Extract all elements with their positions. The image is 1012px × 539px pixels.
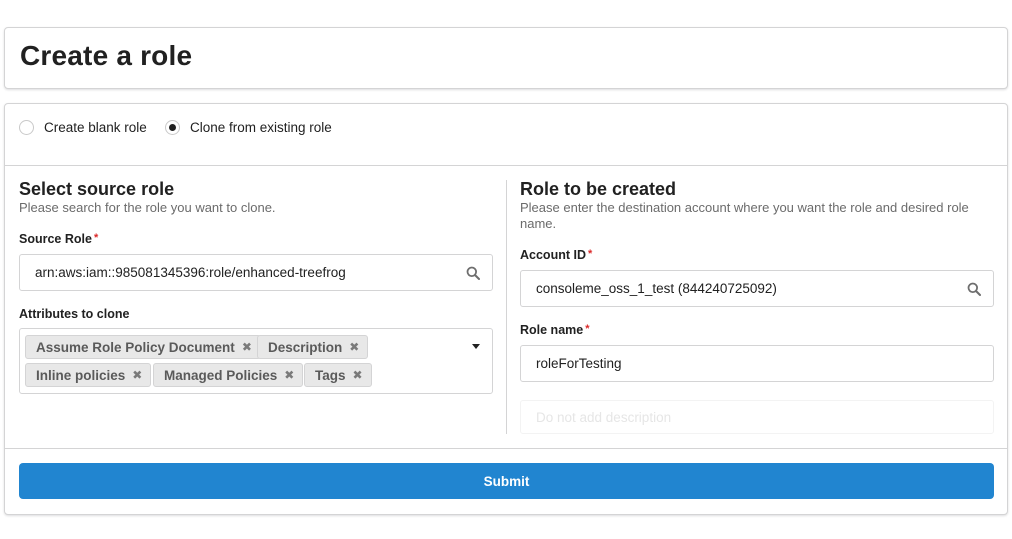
account-id-label-text: Account ID bbox=[520, 248, 586, 262]
remove-icon[interactable]: ✖ bbox=[132, 368, 142, 382]
divider bbox=[5, 448, 1007, 449]
page-header: Create a role bbox=[4, 27, 1008, 89]
radio-label: Create blank role bbox=[44, 120, 147, 135]
target-section-description: Please enter the destination account whe… bbox=[520, 200, 969, 231]
attribute-chip-label: Description bbox=[268, 339, 343, 355]
source-role-search-input[interactable]: arn:aws:iam::985081345396:role/enhanced-… bbox=[19, 254, 493, 291]
attribute-chip-label: Managed Policies bbox=[164, 367, 278, 383]
target-section-title: Role to be created bbox=[520, 179, 677, 199]
attribute-chip: Description ✖ bbox=[257, 335, 369, 359]
search-icon[interactable] bbox=[466, 266, 480, 280]
remove-icon[interactable]: ✖ bbox=[284, 368, 294, 382]
faded-description-text: Do not add description bbox=[536, 409, 672, 425]
faded-description-field: Do not add description bbox=[520, 400, 994, 434]
radio-label: Clone from existing role bbox=[190, 120, 332, 135]
submit-button[interactable]: Submit bbox=[19, 463, 994, 499]
attribute-chip: Inline policies ✖ bbox=[25, 363, 152, 387]
source-role-label-text: Source Role bbox=[19, 232, 92, 246]
column-divider bbox=[506, 180, 507, 434]
remove-icon[interactable]: ✖ bbox=[349, 340, 359, 354]
divider bbox=[5, 165, 1007, 166]
attributes-multiselect[interactable]: Assume Role Policy Document ✖ Descriptio… bbox=[19, 328, 493, 394]
account-id-search-input[interactable]: consoleme_oss_1_test (844240725092) bbox=[520, 270, 994, 307]
remove-icon[interactable]: ✖ bbox=[353, 368, 363, 382]
account-id-label: Account ID * bbox=[520, 248, 592, 262]
role-name-input[interactable]: roleForTesting bbox=[520, 345, 994, 382]
radio-clone-existing-role[interactable]: Clone from existing role bbox=[165, 120, 332, 135]
attribute-chip: Managed Policies ✖ bbox=[153, 363, 304, 387]
source-section-description: Please search for the role you want to c… bbox=[19, 200, 276, 215]
required-marker: * bbox=[93, 232, 99, 244]
source-role-label: Source Role * bbox=[19, 232, 98, 246]
create-role-form: Create blank role Clone from existing ro… bbox=[4, 103, 1008, 515]
page-title: Create a role bbox=[20, 40, 193, 71]
radio-circle-selected-icon[interactable] bbox=[165, 120, 180, 135]
search-icon[interactable] bbox=[967, 282, 981, 296]
remove-icon[interactable]: ✖ bbox=[242, 340, 252, 354]
attribute-chip-label: Assume Role Policy Document bbox=[36, 339, 235, 355]
required-marker: * bbox=[585, 323, 590, 335]
attributes-label: Attributes to clone bbox=[19, 307, 130, 321]
radio-create-blank-role[interactable]: Create blank role bbox=[19, 120, 147, 135]
role-name-value: roleForTesting bbox=[536, 356, 622, 371]
account-id-value: consoleme_oss_1_test (844240725092) bbox=[536, 281, 777, 296]
dropdown-caret-icon[interactable] bbox=[472, 344, 480, 349]
attribute-chip-label: Inline policies bbox=[36, 367, 126, 383]
required-marker: * bbox=[587, 248, 593, 260]
source-role-value: arn:aws:iam::985081345396:role/enhanced-… bbox=[35, 265, 346, 280]
radio-circle-icon[interactable] bbox=[19, 120, 34, 135]
role-name-label-text: Role name bbox=[520, 323, 584, 337]
attribute-chip: Assume Role Policy Document ✖ bbox=[25, 335, 261, 359]
attribute-chip-label: Tags bbox=[315, 367, 346, 383]
role-name-label: Role name * bbox=[520, 323, 590, 337]
attribute-chip: Tags ✖ bbox=[304, 363, 372, 387]
source-section-title: Select source role bbox=[19, 179, 175, 199]
